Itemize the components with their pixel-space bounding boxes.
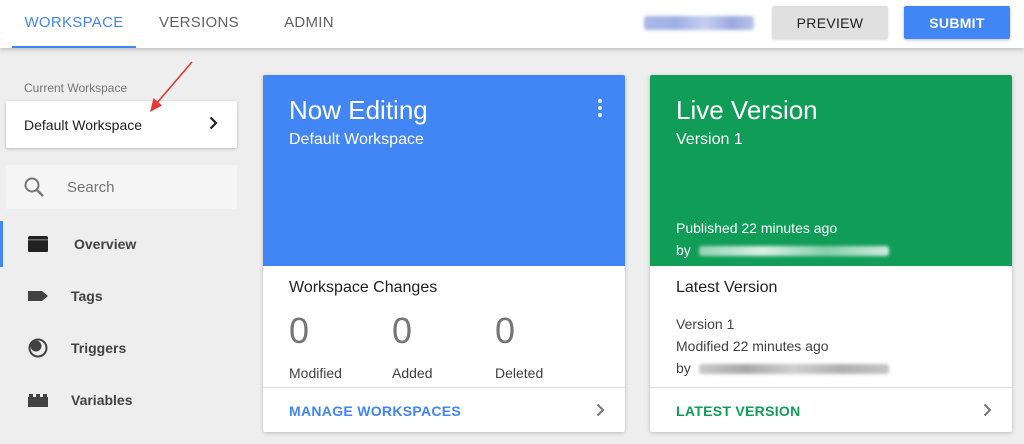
author-email-redacted xyxy=(698,364,889,375)
manage-workspaces-link[interactable]: MANAGE WORKSPACES xyxy=(263,387,625,432)
workspace-card: Now Editing Default Workspace Workspace … xyxy=(263,75,625,432)
workspace-card-header: Now Editing Default Workspace xyxy=(263,75,625,266)
submit-button[interactable]: SUBMIT xyxy=(904,6,1010,39)
variables-icon xyxy=(28,394,48,407)
stat-label: Deleted xyxy=(495,365,544,381)
card-title: Live Version xyxy=(676,95,818,125)
current-workspace-label: Current Workspace xyxy=(24,81,128,95)
card-subtitle: Default Workspace xyxy=(289,131,424,148)
stat-value: 0 xyxy=(289,310,310,351)
live-card-header: Live Version Version 1 Published 22 minu… xyxy=(650,75,1012,266)
stat-deleted: 0 Deleted xyxy=(495,310,544,382)
latest-version-title: Latest Version xyxy=(676,279,778,296)
tab-admin[interactable]: ADMIN xyxy=(270,0,348,48)
latest-version-author: by xyxy=(676,360,889,376)
search-box[interactable]: Search xyxy=(6,165,237,209)
container-id-redacted xyxy=(644,16,754,30)
author-email-redacted xyxy=(698,246,889,257)
card-subtitle: Version 1 xyxy=(676,131,743,148)
chevron-right-icon xyxy=(596,403,605,417)
tab-versions[interactable]: VERSIONS xyxy=(150,0,248,48)
workspace-changes-title: Workspace Changes xyxy=(289,279,438,296)
latest-version-modified: Modified 22 minutes ago xyxy=(676,338,829,354)
folder-icon xyxy=(28,236,48,252)
sidebar-item-label: Overview xyxy=(74,236,137,252)
tab-workspace[interactable]: WORKSPACE xyxy=(12,0,136,48)
latest-version-name: Version 1 xyxy=(676,316,735,332)
workspace-selector[interactable]: Default Workspace xyxy=(6,101,237,148)
tag-icon xyxy=(28,291,48,301)
trigger-icon xyxy=(28,338,48,358)
workspace-name: Default Workspace xyxy=(24,117,143,133)
published-time: Published 22 minutes ago xyxy=(676,220,838,236)
chevron-right-icon xyxy=(209,116,218,130)
stat-added: 0 Added xyxy=(392,310,433,382)
card-title: Now Editing xyxy=(289,95,428,125)
latest-version-link[interactable]: LATEST VERSION xyxy=(650,387,1012,432)
stat-label: Added xyxy=(392,365,433,381)
by-prefix: by xyxy=(676,242,691,258)
sidebar-item-label: Variables xyxy=(71,392,133,408)
sidebar-item-label: Tags xyxy=(71,288,103,304)
live-version-card: Live Version Version 1 Published 22 minu… xyxy=(650,75,1012,432)
sidebar-item-overview[interactable]: Overview xyxy=(0,221,250,267)
sidebar-item-label: Triggers xyxy=(71,340,127,356)
footer-label: MANAGE WORKSPACES xyxy=(289,403,462,419)
stat-label: Modified xyxy=(289,365,342,381)
stat-value: 0 xyxy=(392,310,413,351)
sidebar-item-triggers[interactable]: Triggers xyxy=(0,325,250,371)
chevron-right-icon xyxy=(983,403,992,417)
preview-button[interactable]: PREVIEW xyxy=(772,6,888,39)
footer-label: LATEST VERSION xyxy=(676,403,801,419)
search-input[interactable]: Search xyxy=(67,179,115,196)
stat-modified: 0 Modified xyxy=(289,310,342,382)
annotation-arrow-icon xyxy=(150,61,193,112)
more-vert-icon[interactable] xyxy=(597,99,603,119)
search-icon xyxy=(24,177,44,197)
sidebar-item-tags[interactable]: Tags xyxy=(0,273,250,319)
by-prefix: by xyxy=(676,360,691,376)
sidebar-item-variables[interactable]: Variables xyxy=(0,377,250,423)
stat-value: 0 xyxy=(495,310,516,351)
published-by: by xyxy=(676,242,889,258)
top-app-bar: WORKSPACE VERSIONS ADMIN PREVIEW SUBMIT xyxy=(0,0,1024,48)
